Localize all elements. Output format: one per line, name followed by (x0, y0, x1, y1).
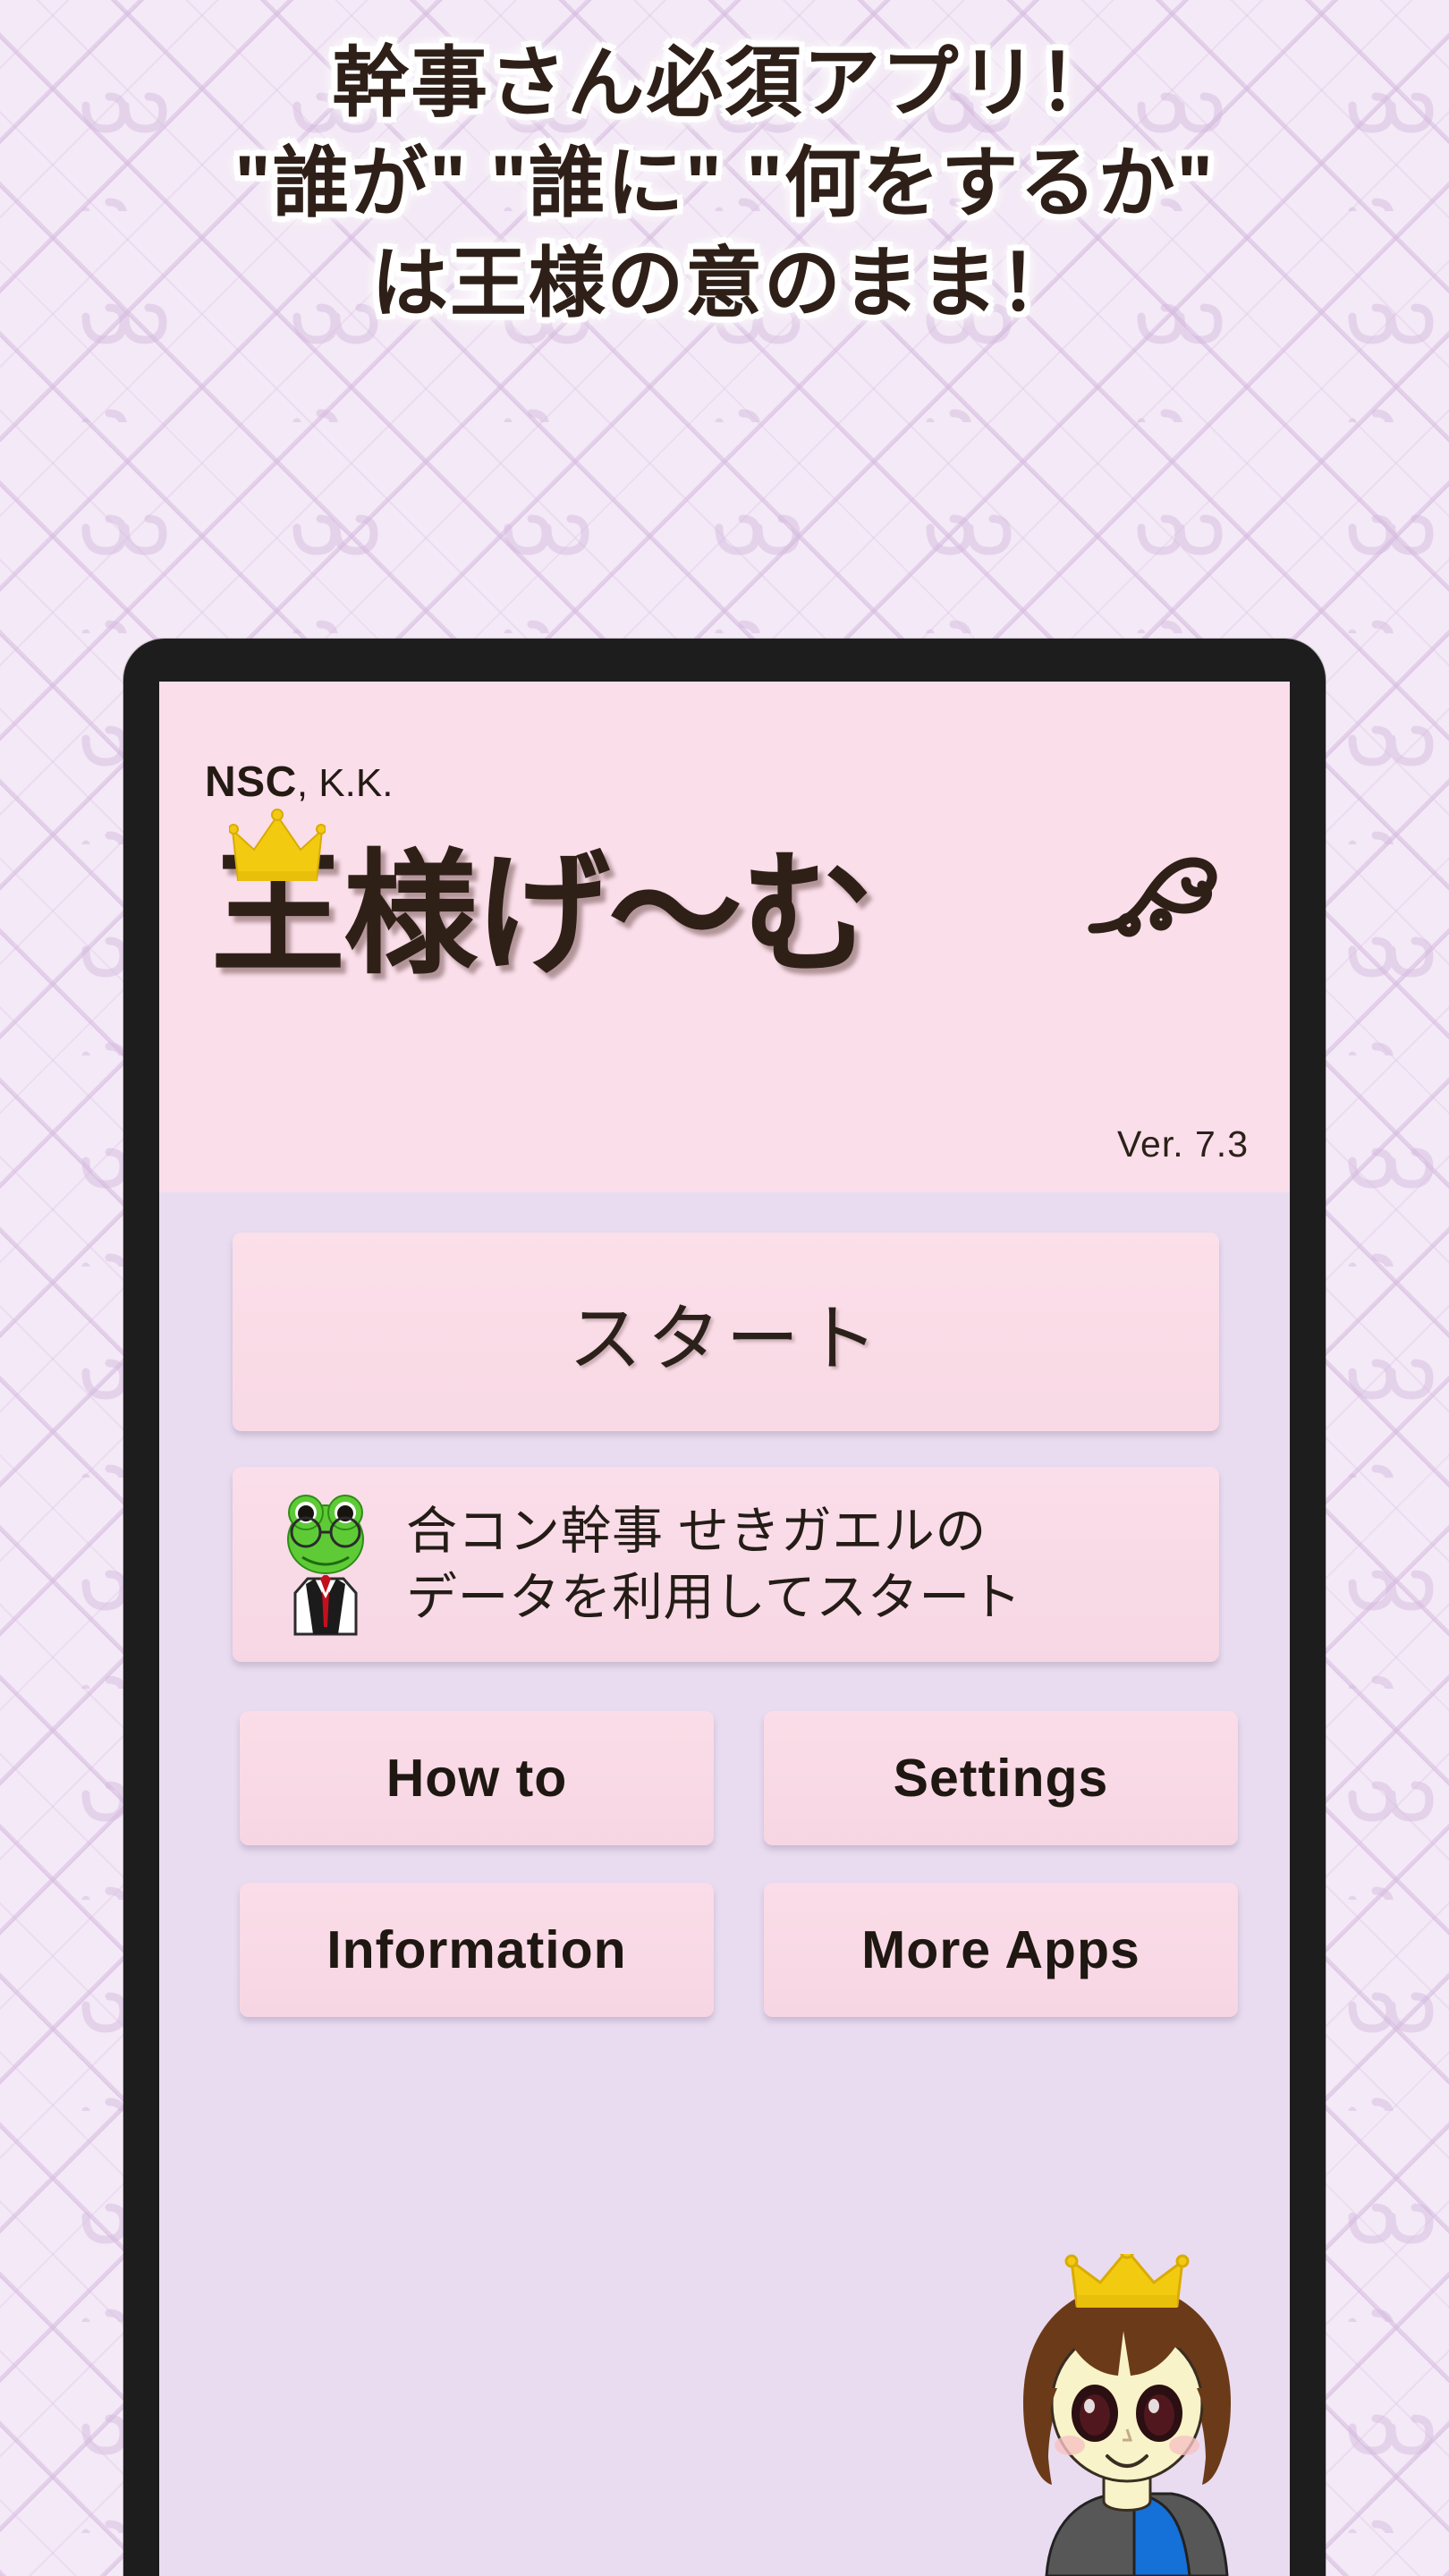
settings-button[interactable]: Settings (764, 1711, 1238, 1845)
flourish-ornament-icon (1088, 857, 1217, 937)
app-menu-body: スタート 合コン幹事 せきガエルの データを利用してスタート How to Se… (159, 1192, 1290, 2576)
phone-device-frame: NSC, K.K. 王様げ〜む Ver. 7.3 スタート 合コン幹事 せきガエ… (123, 639, 1326, 2576)
headline-line-2: "誰が" "誰に" "何をするか" (234, 140, 1215, 226)
more-apps-button[interactable]: More Apps (764, 1883, 1238, 2017)
resume-label-line-1: 合コン幹事 せきガエルの (406, 1502, 987, 1560)
how-to-button[interactable]: How to (240, 1711, 714, 1845)
crown-icon (229, 809, 326, 881)
promo-headline: 幹事さん必須アプリ！ "誰が" "誰に" "何をするか" は王様の意のまま！ (0, 0, 1449, 334)
brand-bold: NSC (205, 758, 297, 806)
frog-mascot-icon (287, 1495, 364, 1636)
app-logo-header: NSC, K.K. 王様げ〜む Ver. 7.3 (159, 682, 1290, 1192)
phone-screen: NSC, K.K. 王様げ〜む Ver. 7.3 スタート 合コン幹事 せきガエ… (159, 682, 1290, 2576)
brand-light: , K.K. (296, 761, 394, 805)
app-version-label: Ver. 7.3 (1116, 1123, 1249, 1165)
headline-line-1: 幹事さん必須アプリ！ (332, 40, 1117, 126)
app-logo: 王様げ〜む (186, 809, 1259, 1029)
resume-label-line-2: データを利用してスタート (406, 1569, 1022, 1626)
headline-line-3: は王様の意のまま！ (371, 240, 1078, 326)
information-button[interactable]: Information (240, 1883, 714, 2017)
company-brand-name: NSC, K.K. (205, 758, 393, 807)
king-girl-mascot-icon (1023, 2254, 1231, 2576)
resume-button-label: 合コン幹事 せきガエルの データを利用してスタート (406, 1498, 1021, 1631)
resume-with-data-button[interactable]: 合コン幹事 せきガエルの データを利用してスタート (233, 1467, 1219, 1662)
start-button[interactable]: スタート (233, 1233, 1219, 1431)
